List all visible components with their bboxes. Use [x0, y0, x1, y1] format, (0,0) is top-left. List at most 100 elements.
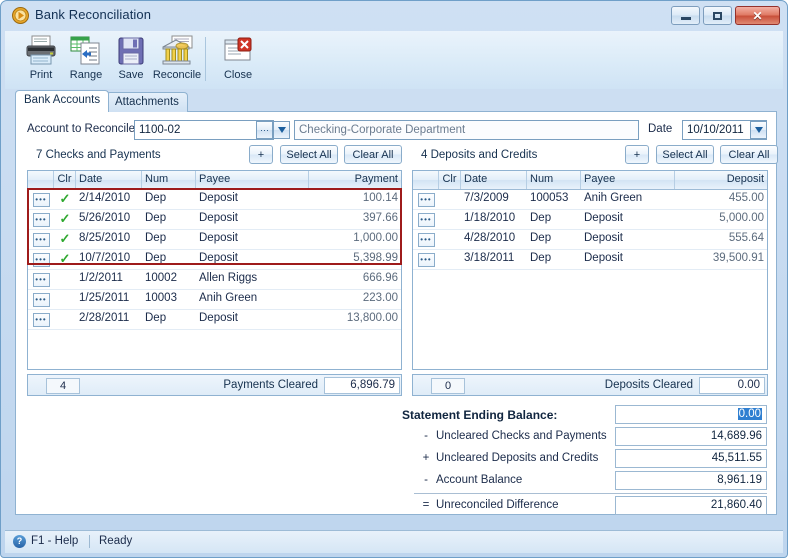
cell-date: 7/3/2009 [464, 192, 509, 204]
toolbar-button-reconcile[interactable]: Reconcile [145, 34, 209, 86]
deposits-select-all-button[interactable]: Select All [656, 145, 714, 164]
cleared-checkbox-cell[interactable]: ✓ [54, 210, 76, 229]
cell-date: 8/25/2010 [79, 232, 131, 244]
table-row[interactable]: ••• ✓ 10/7/2010 Dep Deposit 5,398.99 [28, 250, 401, 270]
cleared-checkbox-cell[interactable] [54, 310, 76, 329]
maximize-button[interactable] [703, 6, 732, 25]
minimize-button[interactable] [671, 6, 700, 25]
cell-payee: Deposit [199, 212, 238, 224]
date-dropdown-button[interactable] [750, 121, 767, 139]
row-detail-button[interactable]: ••• [28, 250, 54, 269]
uncleared-deposits-label: Uncleared Deposits and Credits [436, 452, 599, 464]
column-header-deposit[interactable]: Deposit [675, 171, 767, 189]
ellipsis-icon: ••• [32, 192, 50, 207]
close-button[interactable]: ✕ [735, 6, 780, 25]
cleared-checkbox-cell[interactable] [439, 250, 461, 269]
column-header-num[interactable]: Num [527, 171, 581, 189]
cleared-checkbox-cell[interactable] [439, 210, 461, 229]
statement-ending-balance-input[interactable]: 0.00 [615, 405, 767, 424]
deposits-and-credits-grid[interactable]: Clr Date Num Payee Deposit ••• 7/3/2009 10… [412, 170, 768, 370]
row-detail-button[interactable]: ••• [413, 190, 439, 209]
row-detail-button[interactable]: ••• [28, 230, 54, 249]
cell-num: Dep [530, 252, 552, 264]
column-header-date[interactable]: Date [461, 171, 527, 189]
column-header-payee[interactable]: Payee [581, 171, 675, 189]
ellipsis-icon: ••• [32, 252, 50, 267]
table-row[interactable]: ••• 4/28/2010 Dep Deposit 555.64 [413, 230, 767, 250]
table-row[interactable]: ••• ✓ 2/14/2010 Dep Deposit 100.14 [28, 190, 401, 210]
ellipsis-icon: ••• [32, 292, 50, 307]
tab-bank-accounts[interactable]: Bank Accounts [15, 90, 110, 112]
column-header-payee[interactable]: Payee [196, 171, 309, 189]
checks-select-all-button[interactable]: Select All [280, 145, 338, 164]
cell-date: 3/18/2011 [464, 252, 515, 264]
deposits-add-button[interactable]: + [625, 145, 649, 164]
checks-and-payments-grid[interactable]: Clr Date Num Payee Payment ••• ✓ 2/14/2010… [27, 170, 402, 370]
toolbar-button-close[interactable]: Close [210, 34, 266, 86]
column-header-date[interactable]: Date [76, 171, 142, 189]
payments-cleared-value: 6,896.79 [324, 377, 400, 394]
cleared-checkbox-cell[interactable] [54, 290, 76, 309]
account-dropdown-button[interactable] [273, 121, 290, 139]
cell-num: 100053 [530, 192, 569, 204]
title-bar: Bank Reconciliation ✕ [5, 3, 783, 31]
row-detail-button[interactable]: ••• [28, 270, 54, 289]
column-header-payment[interactable]: Payment [309, 171, 401, 189]
cleared-checkbox-cell[interactable] [439, 230, 461, 249]
table-row[interactable]: ••• 1/18/2010 Dep Deposit 5,000.00 [413, 210, 767, 230]
table-row[interactable]: ••• 1/25/2011 10003 Anih Green 223.00 [28, 290, 401, 310]
row-detail-button[interactable]: ••• [413, 250, 439, 269]
cell-payee: Deposit [199, 312, 238, 324]
table-row[interactable]: ••• 7/3/2009 100053 Anih Green 455.00 [413, 190, 767, 210]
cell-payee: Deposit [584, 212, 623, 224]
row-detail-button[interactable]: ••• [28, 210, 54, 229]
tab-bank-accounts-label: Bank Accounts [24, 94, 101, 106]
help-icon[interactable]: ? [13, 535, 26, 548]
checks-add-button[interactable]: + [249, 145, 273, 164]
cleared-checkbox-cell[interactable] [439, 190, 461, 209]
checks-clear-all-button[interactable]: Clear All [344, 145, 402, 164]
account-code-input[interactable]: 1100-02 [134, 120, 274, 140]
payments-cleared-label: Payments Cleared [223, 379, 318, 391]
cleared-checkbox-cell[interactable] [54, 270, 76, 289]
account-lookup-button[interactable]: ⋯ [256, 121, 273, 139]
ellipsis-icon: ••• [32, 212, 50, 227]
cleared-checkbox-cell[interactable]: ✓ [54, 230, 76, 249]
table-row[interactable]: ••• 1/2/2011 10002 Allen Riggs 666.96 [28, 270, 401, 290]
uncleared-checks-label: Uncleared Checks and Payments [436, 430, 607, 442]
table-row[interactable]: ••• ✓ 8/25/2010 Dep Deposit 1,000.00 [28, 230, 401, 250]
status-bar: ? F1 - Help Ready [5, 530, 783, 553]
cell-num: 10002 [145, 272, 177, 284]
checks-and-payments-title: 7 Checks and Payments [36, 149, 161, 161]
row-detail-button[interactable]: ••• [413, 230, 439, 249]
cell-payee: Deposit [584, 252, 623, 264]
ellipsis-icon: ••• [417, 232, 435, 247]
checkmark-icon: ✓ [59, 231, 71, 246]
row-detail-button[interactable]: ••• [28, 190, 54, 209]
cell-num: Dep [145, 212, 167, 224]
cleared-checkbox-cell[interactable]: ✓ [54, 250, 76, 269]
row-detail-button[interactable]: ••• [28, 290, 54, 309]
help-text[interactable]: F1 - Help [31, 535, 78, 547]
checkmark-icon: ✓ [59, 191, 71, 206]
column-header-clr[interactable]: Clr [54, 171, 76, 189]
table-row[interactable]: ••• ✓ 5/26/2010 Dep Deposit 397.66 [28, 210, 401, 230]
cell-amount: 397.66 [362, 212, 398, 224]
column-header-num[interactable]: Num [142, 171, 196, 189]
deposits-cleared-value: 0.00 [699, 377, 765, 394]
ellipsis-icon: ••• [417, 192, 435, 207]
tab-attachments[interactable]: Attachments [106, 92, 188, 112]
ellipsis-icon: ••• [32, 272, 50, 287]
row-detail-button[interactable]: ••• [413, 210, 439, 229]
tab-strip: Bank Accounts Attachments [15, 90, 777, 112]
bank-accounts-panel: Account to Reconcile 1100-02 ⋯ Checking-… [15, 111, 778, 515]
column-header-clr[interactable]: Clr [439, 171, 461, 189]
deposits-clear-all-button[interactable]: Clear All [720, 145, 778, 164]
table-row[interactable]: ••• 2/28/2011 Dep Deposit 13,800.00 [28, 310, 401, 330]
row-detail-button[interactable]: ••• [28, 310, 54, 329]
checks-grid-footer: 4 Payments Cleared 6,896.79 [27, 374, 402, 396]
ellipsis-icon: ••• [32, 232, 50, 247]
table-row[interactable]: ••• 3/18/2011 Dep Deposit 39,500.91 [413, 250, 767, 270]
operator-plus-1: + [422, 452, 430, 464]
cleared-checkbox-cell[interactable]: ✓ [54, 190, 76, 209]
